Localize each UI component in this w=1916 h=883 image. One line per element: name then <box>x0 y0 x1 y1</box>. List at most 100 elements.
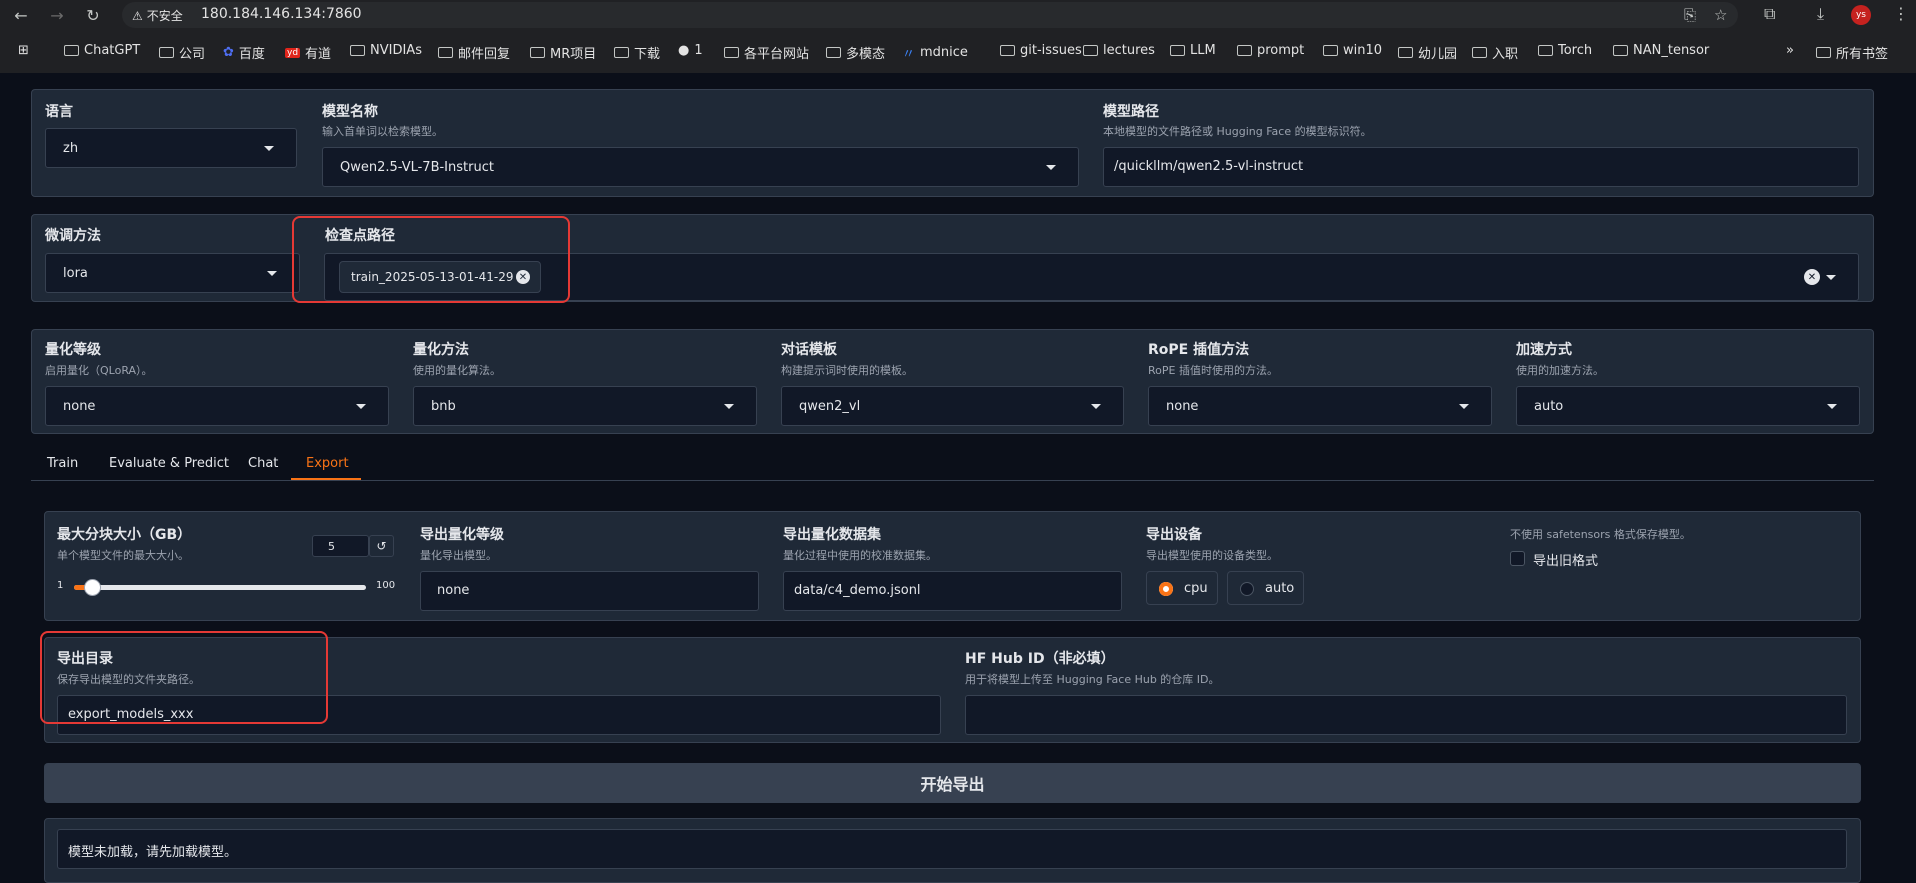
quant-method-select[interactable]: bnb <box>413 386 757 426</box>
bookmarks-bar: ⊞ ChatGPT 公司 ✿ 百度 yd 有道 NVIDIAs 邮件回复 MR项目 … <box>0 40 1916 64</box>
bookmark-item[interactable]: win10 <box>1323 43 1382 58</box>
folder-icon <box>614 47 629 58</box>
device-option-cpu[interactable]: cpu <box>1146 571 1218 605</box>
bookmark-item[interactable]: NVIDIAs <box>350 43 422 58</box>
lang-select[interactable]: zh <box>45 128 297 168</box>
export-quant-label: 导出量化等级 <box>420 527 504 543</box>
model-name-select[interactable]: Qwen2.5-VL-7B-Instruct <box>322 147 1079 187</box>
export-device-info: 导出模型使用的设备类型。 <box>1146 549 1278 562</box>
avatar[interactable]: ys <box>1851 5 1871 25</box>
bookmark-item[interactable]: git-issues <box>1000 43 1082 58</box>
bookmark-item[interactable]: 入职 <box>1472 43 1518 62</box>
max-shard-slider[interactable] <box>74 579 366 596</box>
export-dataset-info: 量化过程中使用的校准数据集。 <box>783 549 937 562</box>
bookmark-item[interactable]: Torch <box>1538 43 1592 58</box>
radio-unchecked-icon[interactable] <box>1240 582 1254 596</box>
youdao-icon: yd <box>285 47 301 58</box>
start-export-button[interactable]: 开始导出 <box>44 763 1861 803</box>
export-dataset-input[interactable]: data/c4_demo.jsonl <box>783 571 1122 611</box>
model-path-input[interactable]: /quickllm/qwen2.5-vl-instruct <box>1103 147 1859 187</box>
bookmark-item[interactable]: NAN_tensor <box>1613 43 1709 58</box>
quant-bit-label: 量化等级 <box>45 342 101 358</box>
bookmark-item[interactable]: 邮件回复 <box>438 43 510 62</box>
tab-evaluate[interactable]: Evaluate & Predict <box>109 456 229 471</box>
booster-select[interactable]: auto <box>1516 386 1860 426</box>
hub-id-input[interactable] <box>965 695 1847 735</box>
forward-icon[interactable]: → <box>44 2 70 28</box>
finetune-method-label: 微调方法 <box>45 228 101 244</box>
bookmark-item[interactable]: 各平台网站 <box>724 43 809 62</box>
bookmarks-overflow[interactable]: » <box>1786 43 1794 58</box>
legacy-format-label: 导出旧格式 <box>1533 554 1599 569</box>
slider-thumb[interactable] <box>83 579 101 596</box>
folder-icon <box>1816 47 1831 58</box>
bookmark-item[interactable]: LLM <box>1170 43 1216 58</box>
back-icon[interactable]: ← <box>8 2 34 28</box>
model-name-label: 模型名称 <box>322 104 378 120</box>
folder-icon <box>1000 45 1015 56</box>
bookmark-item[interactable]: 幼儿园 <box>1398 43 1457 62</box>
legacy-format-info: 不使用 safetensors 格式保存模型。 <box>1510 528 1691 541</box>
quant-bit-info: 启用量化（QLoRA）。 <box>45 364 153 377</box>
bookmark-item[interactable]: 多模态 <box>826 43 885 62</box>
clear-icon[interactable]: ✕ <box>1804 269 1820 285</box>
export-dataset-label: 导出量化数据集 <box>783 527 881 543</box>
bookmark-item[interactable]: ✿ 百度 <box>223 43 265 62</box>
bookmark-item[interactable]: ● 1 <box>678 43 703 58</box>
template-select[interactable]: qwen2_vl <box>781 386 1124 426</box>
slider-min: 1 <box>57 580 64 591</box>
quant-bit-select[interactable]: none <box>45 386 389 426</box>
apps-icon[interactable]: ⊞ <box>18 43 29 58</box>
chevron-down-icon <box>1827 404 1837 409</box>
mdnice-icon: 〃 <box>902 47 916 62</box>
download-icon[interactable]: ⤓ <box>1817 4 1824 24</box>
bookmark-item[interactable]: 公司 <box>159 43 205 62</box>
finetune-method-select[interactable]: lora <box>45 253 300 293</box>
legacy-format-checkbox[interactable] <box>1510 551 1525 566</box>
security-indicator[interactable]: ⚠ 不安全 <box>132 7 183 24</box>
model-path-label: 模型路径 <box>1103 104 1159 120</box>
browser-chrome: ← → ↻ ⚠ 不安全 180.184.146.134:7860 ⎘ ☆ ⧉ ⤓… <box>0 0 1916 73</box>
tab-export[interactable]: Export <box>306 456 349 471</box>
bookmark-item[interactable]: lectures <box>1083 43 1155 58</box>
bookmark-item[interactable]: 〃 mdnice <box>902 43 968 62</box>
model-path-info: 本地模型的文件路径或 Hugging Face 的模型标识符。 <box>1103 125 1372 138</box>
hub-id-label: HF Hub ID（非必填） <box>965 651 1115 667</box>
tab-chat[interactable]: Chat <box>248 456 278 471</box>
bookmark-item[interactable]: ChatGPT <box>64 43 140 58</box>
folder-icon <box>1538 45 1553 56</box>
chevron-down-icon <box>264 146 274 151</box>
bookmark-star-icon[interactable]: ☆ <box>1714 6 1727 24</box>
status-output: 模型未加载，请先加载模型。 <box>57 829 1847 869</box>
reload-icon[interactable]: ↻ <box>80 2 106 28</box>
folder-icon <box>724 47 739 58</box>
radio-checked-icon[interactable] <box>1159 582 1173 596</box>
bookmark-item[interactable]: MR项目 <box>530 43 596 62</box>
reset-icon[interactable]: ↺ <box>369 535 394 557</box>
export-device-label: 导出设备 <box>1146 527 1202 543</box>
translate-icon[interactable]: ⎘ <box>1684 6 1696 24</box>
max-shard-number-input[interactable]: 5 <box>312 535 369 557</box>
tabs-divider <box>31 480 1874 481</box>
device-option-auto[interactable]: auto <box>1227 571 1304 605</box>
folder-icon <box>1170 45 1185 56</box>
export-quant-select[interactable]: none <box>420 571 759 611</box>
url-text[interactable]: 180.184.146.134:7860 <box>201 6 362 22</box>
all-bookmarks[interactable]: 所有书签 <box>1816 43 1888 62</box>
tab-train[interactable]: Train <box>47 456 78 471</box>
folder-icon <box>159 47 174 58</box>
menu-icon[interactable]: ⋮ <box>1893 4 1909 23</box>
chevron-down-icon <box>267 271 277 276</box>
folder-icon <box>64 45 79 56</box>
address-bar[interactable]: ⚠ 不安全 180.184.146.134:7860 ⎘ ☆ <box>122 2 1738 28</box>
lang-label: 语言 <box>45 104 73 120</box>
bookmark-item[interactable]: yd 有道 <box>285 43 331 62</box>
bookmark-item[interactable]: 下载 <box>614 43 660 62</box>
booster-info: 使用的加速方法。 <box>1516 364 1604 377</box>
rope-select[interactable]: none <box>1148 386 1492 426</box>
quant-method-info: 使用的量化算法。 <box>413 364 501 377</box>
bookmark-item[interactable]: prompt <box>1237 43 1304 58</box>
folder-icon <box>1613 45 1628 56</box>
chevron-down-icon <box>1046 165 1056 170</box>
extensions-icon[interactable]: ⧉ <box>1764 4 1775 24</box>
